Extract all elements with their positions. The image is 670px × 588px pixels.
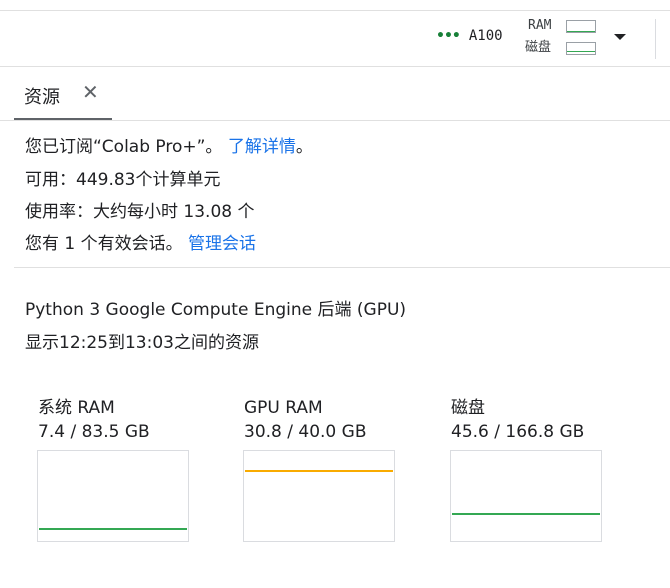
metric-value: 7.4 / 83.5 GB	[38, 422, 150, 442]
subscription-text: 您已订阅“Colab Pro+”。	[25, 137, 223, 157]
runtime-name: A100	[468, 28, 503, 44]
section-divider	[14, 267, 670, 268]
runtime-toolbar: ••• A100 RAM 磁盘	[0, 11, 670, 66]
system-ram-usage-line	[39, 528, 187, 530]
ram-mini-bar	[566, 20, 596, 33]
disk-mini-fill	[567, 51, 595, 54]
metric-value: 30.8 / 40.0 GB	[244, 422, 367, 442]
backend-title: Python 3 Google Compute Engine 后端 (GPU)	[25, 300, 407, 320]
subscription-suffix: 。	[295, 137, 313, 157]
runtime-connection-status[interactable]: ••• A100	[436, 28, 503, 44]
connected-dots-icon: •••	[436, 28, 461, 44]
toolbar-divider	[655, 19, 656, 59]
gpu-ram-metric: GPU RAM 30.8 / 40.0 GB	[244, 397, 366, 443]
session-info: 您有 1 个有效会话。 管理会话	[25, 233, 256, 255]
disk-mini-bar	[566, 42, 596, 55]
tab-bar-border	[0, 120, 670, 121]
runtime-dropdown-icon[interactable]	[614, 34, 626, 40]
disk-usage-line	[452, 513, 600, 515]
metric-title: GPU RAM	[244, 398, 323, 418]
time-range: 显示12:25到13:03之间的资源	[25, 333, 259, 353]
session-count-text: 您有 1 个有效会话。	[25, 234, 183, 254]
ram-mini-label: RAM	[528, 18, 552, 33]
disk-mini-label: 磁盘	[525, 40, 552, 55]
available-units: 可用：449.83个计算单元	[25, 170, 221, 190]
gpu-ram-chart	[243, 450, 395, 542]
metric-title: 系统 RAM	[38, 398, 115, 418]
gpu-ram-usage-line	[245, 470, 393, 472]
usage-rate: 使用率：大约每小时 13.08 个	[25, 202, 255, 222]
disk-chart	[450, 450, 602, 542]
tab-resources[interactable]: 资源 ✕	[14, 67, 112, 120]
manage-sessions-link[interactable]: 管理会话	[188, 234, 256, 254]
subscription-info: 您已订阅“Colab Pro+”。 了解详情。	[25, 136, 313, 158]
system-ram-chart	[37, 450, 189, 542]
system-ram-metric: 系统 RAM 7.4 / 83.5 GB	[38, 397, 150, 443]
close-icon[interactable]: ✕	[82, 80, 99, 104]
disk-metric: 磁盘 45.6 / 166.8 GB	[451, 397, 584, 443]
tab-resources-label: 资源	[24, 87, 60, 108]
resource-mini-monitor[interactable]: RAM 磁盘	[521, 15, 601, 61]
metric-value: 45.6 / 166.8 GB	[451, 422, 585, 442]
learn-more-link[interactable]: 了解详情	[228, 137, 296, 157]
ram-mini-fill	[567, 31, 595, 32]
metric-title: 磁盘	[451, 398, 485, 418]
